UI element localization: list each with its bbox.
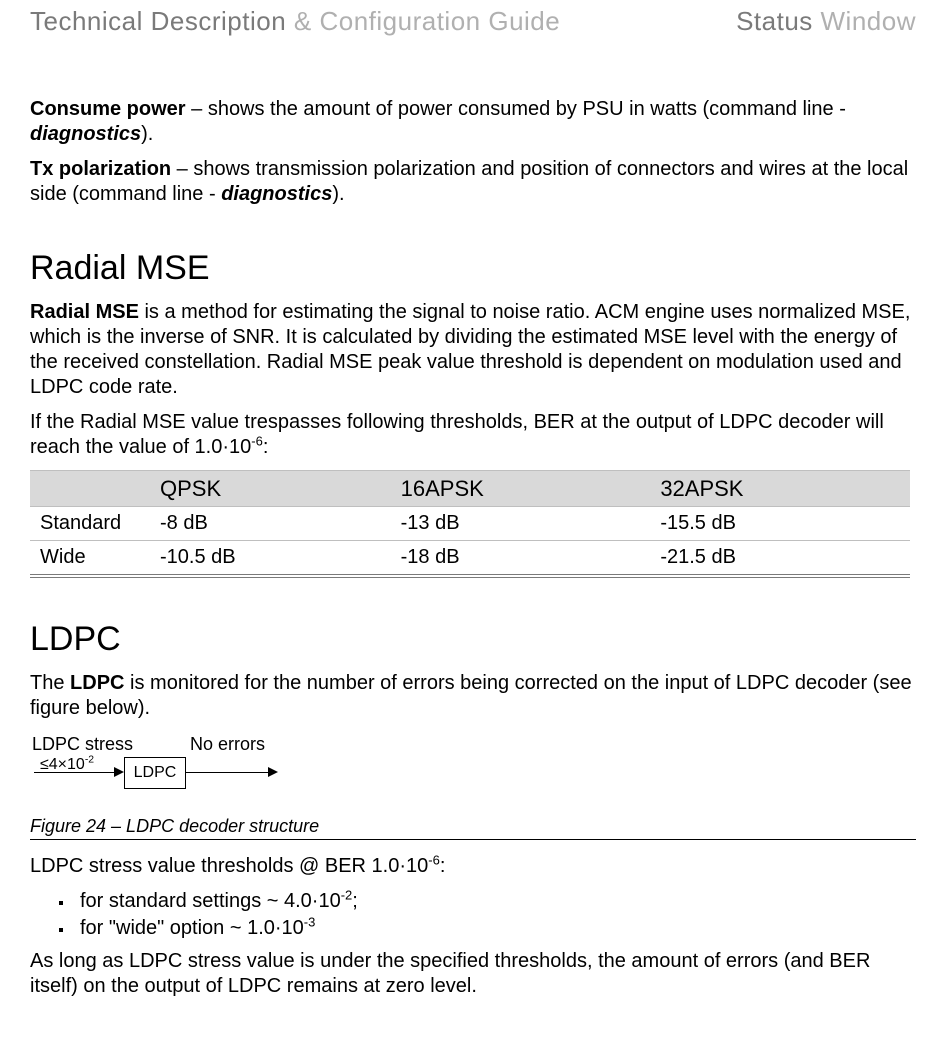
header-left: Technical Description & Configuration Gu… bbox=[30, 6, 560, 37]
list-item: for "wide" option ~ 1.0·10-3 bbox=[74, 916, 916, 941]
ldpc-stress-exp: -2 bbox=[85, 754, 94, 765]
consume-power-cmd: diagnostics bbox=[30, 123, 141, 145]
ldpc-lead-pre: The bbox=[30, 672, 70, 694]
cell: -21.5 dB bbox=[650, 541, 910, 577]
arrowhead-icon bbox=[268, 767, 278, 777]
header-right: Status Window bbox=[736, 6, 916, 37]
ldpc-box: LDPC bbox=[124, 757, 186, 789]
ldpc-diagram: LDPC stress ≤4×10-2 No errors LDPC bbox=[30, 733, 290, 803]
consume-power-paragraph: Consume power – shows the amount of powe… bbox=[30, 97, 916, 147]
ldpc-lead-bold: LDPC bbox=[70, 672, 124, 694]
consume-power-label: Consume power bbox=[30, 98, 186, 120]
bullet-1-post: ; bbox=[352, 890, 358, 912]
arrow-icon bbox=[34, 772, 122, 773]
arrowhead-icon bbox=[114, 767, 124, 777]
tx-polarization-cmd: diagnostics bbox=[221, 183, 332, 205]
bullet-2-pre: for "wide" option ~ 1.0·10 bbox=[80, 917, 304, 939]
header-right-main: Status bbox=[736, 6, 813, 36]
row-label: Standard bbox=[30, 507, 150, 541]
table-row: Standard -8 dB -13 dB -15.5 dB bbox=[30, 507, 910, 541]
radial-threshold-pre: If the Radial MSE value trespasses follo… bbox=[30, 411, 884, 458]
row-label: Wide bbox=[30, 541, 150, 577]
header-left-main: Technical Description bbox=[30, 6, 286, 36]
ldpc-lead-post: is monitored for the number of errors be… bbox=[30, 672, 912, 719]
ldpc-threshold-text: LDPC stress value thresholds @ BER 1.0·1… bbox=[30, 854, 916, 879]
table-col-32apsk: 32APSK bbox=[650, 470, 910, 507]
table-header-row: QPSK 16APSK 32APSK bbox=[30, 470, 910, 507]
radial-mse-lead-text: is a method for estimating the signal to… bbox=[30, 301, 910, 398]
bullet-2-exp: -3 bbox=[304, 914, 316, 929]
tx-polarization-label: Tx polarization bbox=[30, 158, 171, 180]
ldpc-closing: As long as LDPC stress value is under th… bbox=[30, 949, 916, 999]
ldpc-stress-label: LDPC stress bbox=[32, 733, 133, 756]
ldpc-thresh-exp: -6 bbox=[428, 852, 440, 867]
table-col-0 bbox=[30, 470, 150, 507]
radial-mse-threshold-text: If the Radial MSE value trespasses follo… bbox=[30, 410, 916, 460]
page: Technical Description & Configuration Gu… bbox=[0, 0, 946, 1049]
page-header: Technical Description & Configuration Gu… bbox=[30, 0, 916, 37]
header-left-sub: & Configuration Guide bbox=[286, 6, 560, 36]
cell: -10.5 dB bbox=[150, 541, 391, 577]
table-row: Wide -10.5 dB -18 dB -21.5 dB bbox=[30, 541, 910, 577]
header-right-sub: Window bbox=[813, 6, 916, 36]
ldpc-heading: LDPC bbox=[30, 618, 916, 661]
radial-mse-lead-bold: Radial MSE bbox=[30, 301, 139, 323]
list-item: for standard settings ~ 4.0·10-2; bbox=[74, 889, 916, 914]
table-col-qpsk: QPSK bbox=[150, 470, 391, 507]
ldpc-thresh-pre: LDPC stress value thresholds @ BER 1.0·1… bbox=[30, 855, 428, 877]
cell: -18 dB bbox=[391, 541, 651, 577]
ldpc-noerr-label: No errors bbox=[190, 733, 265, 756]
bullet-1-pre: for standard settings ~ 4.0·10 bbox=[80, 890, 341, 912]
arrow-icon bbox=[186, 772, 276, 773]
cell: -15.5 dB bbox=[650, 507, 910, 541]
consume-power-text: – shows the amount of power consumed by … bbox=[186, 98, 846, 120]
figure-caption: Figure 24 – LDPC decoder structure bbox=[30, 815, 916, 841]
bullet-1-exp: -2 bbox=[341, 887, 353, 902]
consume-power-end: ). bbox=[141, 123, 153, 145]
tx-polarization-paragraph: Tx polarization – shows transmission pol… bbox=[30, 157, 916, 207]
table-col-16apsk: 16APSK bbox=[391, 470, 651, 507]
radial-threshold-post: : bbox=[263, 436, 269, 458]
body: Consume power – shows the amount of powe… bbox=[30, 97, 916, 999]
tx-polarization-end: ). bbox=[332, 183, 344, 205]
ldpc-bullet-list: for standard settings ~ 4.0·10-2; for "w… bbox=[30, 889, 916, 941]
ldpc-stress-pre: ≤4×10 bbox=[40, 756, 85, 773]
radial-mse-lead: Radial MSE is a method for estimating th… bbox=[30, 300, 916, 400]
radial-mse-heading: Radial MSE bbox=[30, 247, 916, 290]
radial-threshold-exp: -6 bbox=[251, 433, 263, 448]
radial-mse-table: QPSK 16APSK 32APSK Standard -8 dB -13 dB… bbox=[30, 470, 910, 579]
ldpc-lead: The LDPC is monitored for the number of … bbox=[30, 671, 916, 721]
ldpc-thresh-post: : bbox=[440, 855, 446, 877]
cell: -8 dB bbox=[150, 507, 391, 541]
cell: -13 dB bbox=[391, 507, 651, 541]
